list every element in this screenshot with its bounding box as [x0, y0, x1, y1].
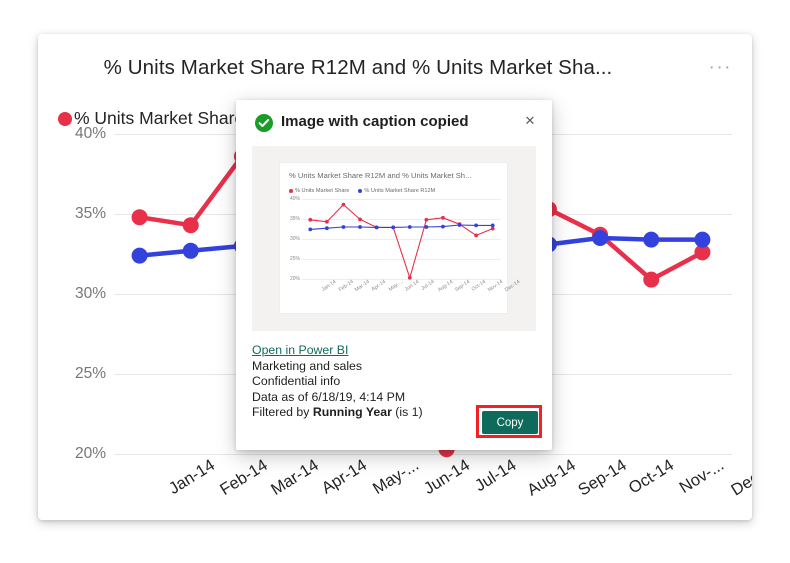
data-point: [424, 217, 429, 222]
x-axis-tick-label: Sep-14: [453, 279, 472, 294]
thumbnail-x-axis: Jan-14 Feb-14 Mar-14 Apr-14 May-... Jun-14 Jul…: [302, 279, 521, 309]
data-point: [643, 271, 660, 288]
data-point: [457, 223, 462, 227]
x-axis-tick-label: Jul-14: [420, 279, 436, 292]
caption-filter-field: Running Year: [312, 405, 392, 420]
dialog-header: Image with caption copied ✕: [236, 100, 552, 146]
x-axis-tick-label: Nov-...: [676, 456, 728, 498]
data-point: [358, 217, 362, 222]
x-axis-tick-label: Jun-14: [403, 279, 421, 293]
gridline: [114, 454, 732, 455]
x-axis-tick-label: Oct-14: [470, 279, 487, 293]
data-point: [694, 231, 711, 248]
more-options-icon[interactable]: ···: [709, 58, 732, 77]
close-icon[interactable]: ✕: [522, 113, 538, 129]
thumbnail-chart: % Units Market Share R12M and % Units Ma…: [279, 162, 521, 314]
data-point: [308, 227, 313, 232]
x-axis-tick-label: Aug-14: [437, 279, 455, 294]
data-point: [391, 225, 396, 230]
legend-marker-red: [58, 111, 72, 126]
data-point: [474, 223, 479, 228]
x-axis-tick-label: Aug-14: [523, 456, 579, 500]
caption-sensitivity: Confidential info: [252, 374, 341, 389]
caption-workspace: Marketing and sales: [252, 358, 363, 373]
data-point: [424, 225, 429, 229]
data-point: [474, 233, 479, 238]
dialog-title: Image with caption copied: [281, 113, 469, 130]
thumbnail-title: % Units Market Share R12M and % Units Ma…: [289, 171, 472, 180]
thumbnail-legend-label-1: % Units Market Share: [295, 188, 350, 194]
copy-button[interactable]: Copy: [482, 411, 538, 434]
thumbnail-legend-marker-blue: [358, 189, 363, 193]
x-axis-tick-label: Jan-14: [320, 279, 338, 293]
data-point: [182, 217, 199, 234]
data-point: [182, 242, 199, 259]
x-axis-tick-label: May-...: [369, 456, 423, 498]
thumbnail-series: [308, 202, 495, 280]
main-chart-x-axis: Jan-14 Feb-14 Mar-14 Apr-14 May-... Jun-14 Jul…: [114, 456, 752, 520]
copy-confirmation-dialog: Image with caption copied ✕ % Units Mark…: [236, 100, 552, 450]
data-point: [374, 225, 379, 230]
data-point: [308, 217, 313, 222]
success-check-icon: [255, 114, 273, 132]
page-title: % Units Market Share R12M and % Units Ma…: [103, 56, 613, 79]
x-axis-tick-label: Jul-14: [471, 456, 520, 496]
x-axis-tick-label: Sep-14: [574, 456, 630, 500]
caption-data-timestamp: Data as of 6/18/19, 4:14 PM: [252, 389, 406, 404]
data-point: [441, 224, 445, 229]
thumbnail-legend-marker-red: [289, 189, 293, 193]
x-axis-tick-label: Dec-14: [503, 279, 521, 294]
x-axis-tick-label: Mar-14: [267, 456, 322, 499]
x-axis-tick-label: Feb-14: [337, 279, 355, 294]
x-axis-tick-label: Apr-14: [370, 279, 387, 293]
x-axis-tick-label: May-...: [387, 279, 404, 293]
data-point: [324, 226, 329, 231]
series-line: [310, 204, 493, 279]
open-in-power-bi-link[interactable]: Open in Power BI: [252, 343, 348, 357]
data-point: [131, 209, 148, 226]
data-point: [324, 219, 329, 224]
data-point: [441, 215, 445, 220]
x-axis-tick-label: Apr-14: [318, 456, 371, 498]
x-axis-tick-label: Feb-14: [216, 456, 271, 499]
x-axis-tick-label: Mar-14: [354, 279, 372, 294]
data-point: [407, 225, 412, 229]
copy-button-highlight: Copy: [476, 405, 542, 438]
caption-filter-suffix: (is 1): [391, 405, 423, 420]
screenshot-root: % Units Market Share R12M and % Units Ma…: [0, 0, 790, 563]
x-axis-tick-label: Jan-14: [165, 456, 218, 499]
data-point: [341, 202, 346, 207]
thumbnail-preview-panel: % Units Market Share R12M and % Units Ma…: [252, 146, 536, 331]
thumbnail-plot: 40% 35% 30% 25% 20% Jan-14 Feb-14 Mar-14 Apr-14…: [280, 196, 521, 293]
caption-filter-prefix: Filtered by: [252, 405, 313, 420]
data-point: [358, 225, 362, 229]
data-point: [592, 230, 609, 246]
x-axis-tick-label: Nov-14: [486, 279, 505, 294]
thumbnail-legend: % Units Market Share % Units Market Shar…: [289, 188, 435, 194]
thumbnail-legend-label-2: % Units Market Share R12M: [364, 188, 436, 194]
x-axis-tick-label: Oct-14: [625, 456, 678, 498]
data-point: [643, 231, 660, 248]
data-point: [490, 223, 495, 228]
data-point: [341, 225, 346, 229]
x-axis-tick-label: Dec-14: [728, 456, 752, 500]
x-axis-tick-label: Jun-14: [421, 456, 474, 499]
data-point: [131, 247, 148, 264]
